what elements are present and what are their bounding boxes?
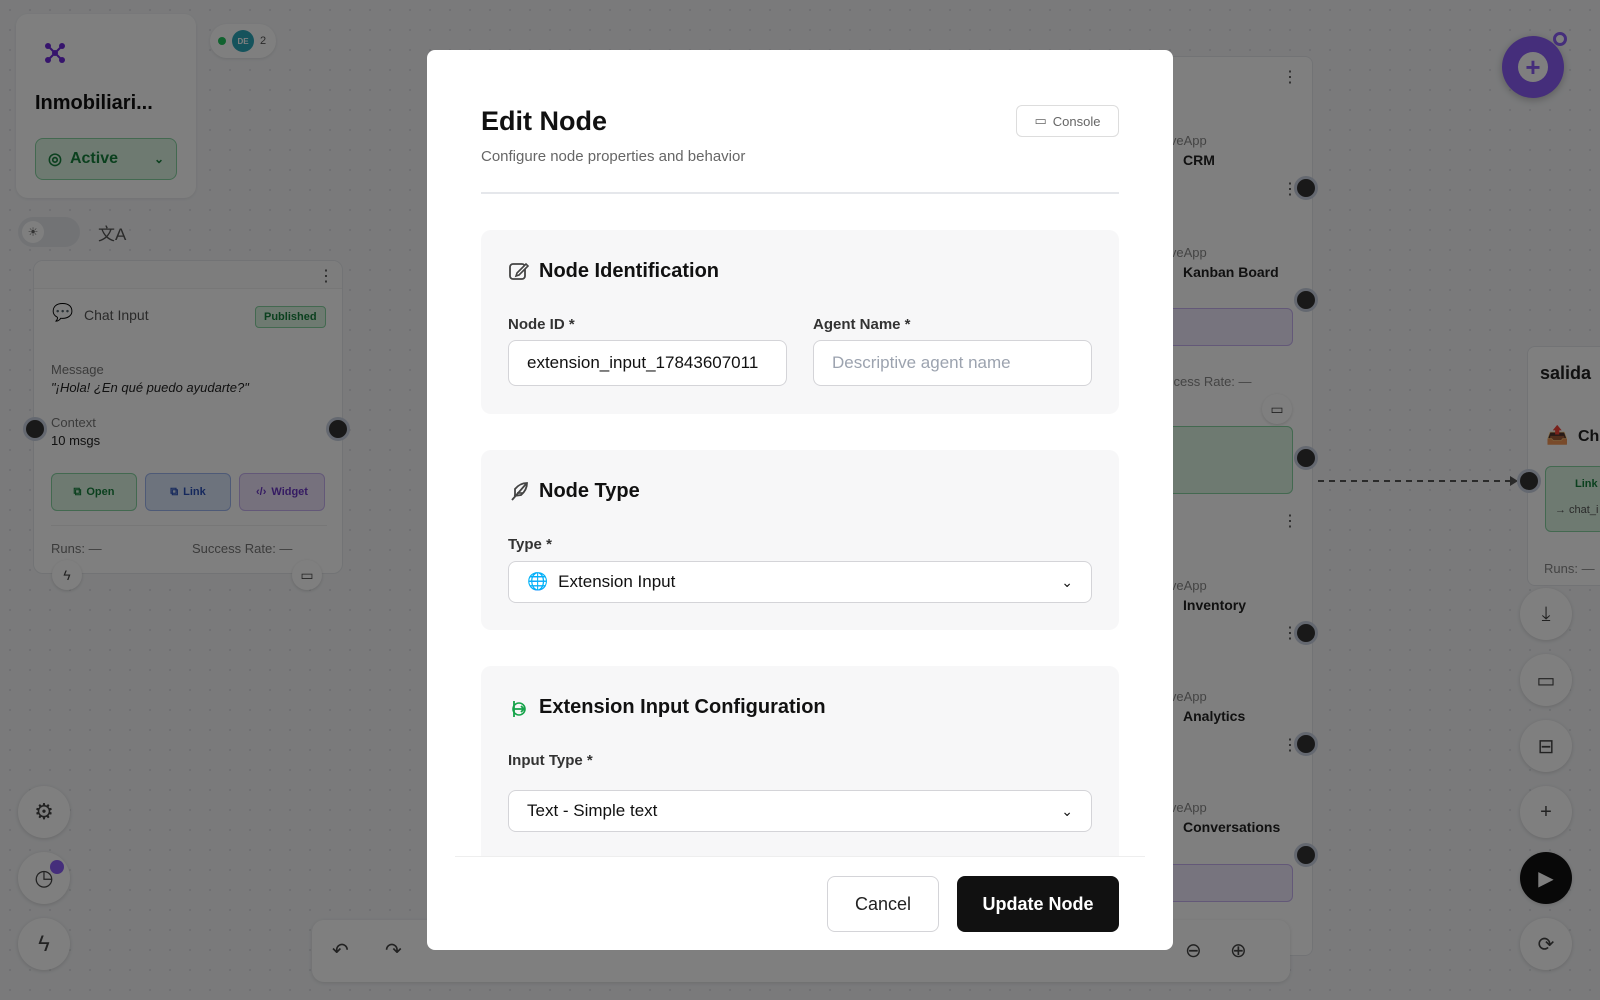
edit-icon bbox=[509, 262, 530, 280]
chevron-down-icon: ⌄ bbox=[1061, 573, 1073, 590]
console-button[interactable]: ▭ Console bbox=[1016, 105, 1119, 137]
section-title: Extension Input Configuration bbox=[539, 696, 826, 718]
agent-name-input[interactable] bbox=[813, 340, 1092, 386]
modal-title: Edit Node bbox=[481, 106, 607, 136]
terminal-icon: ▭ bbox=[1034, 113, 1047, 128]
chevron-down-icon: ⌄ bbox=[1061, 802, 1073, 819]
type-label: Type * bbox=[508, 536, 552, 553]
section-title: Node Type bbox=[539, 480, 640, 502]
console-label: Console bbox=[1052, 113, 1101, 129]
agent-name-label: Agent Name * bbox=[813, 316, 911, 333]
node-type-section: Node Type Type * 🌐 Extension Input ⌄ bbox=[481, 450, 1119, 630]
feather-icon bbox=[511, 482, 528, 501]
input-type-label: Input Type * bbox=[508, 752, 593, 769]
type-select-value: Extension Input bbox=[558, 572, 676, 591]
section-title: Node Identification bbox=[539, 260, 719, 282]
extension-config-section: Extension Input Configuration Input Type… bbox=[481, 666, 1119, 866]
node-identification-section: Node Identification Node ID * Agent Name… bbox=[481, 230, 1119, 414]
git-merge-icon bbox=[512, 701, 526, 717]
update-node-button[interactable]: Update Node bbox=[957, 876, 1119, 932]
node-id-input[interactable] bbox=[508, 340, 787, 386]
input-type-select[interactable]: Text - Simple text ⌄ bbox=[508, 790, 1092, 832]
node-id-label: Node ID * bbox=[508, 316, 575, 333]
type-select[interactable]: 🌐 Extension Input ⌄ bbox=[508, 561, 1092, 603]
cancel-button[interactable]: Cancel bbox=[827, 876, 939, 932]
globe-icon: 🌐 bbox=[527, 572, 549, 591]
edit-node-modal: Edit Node Configure node properties and … bbox=[427, 50, 1173, 950]
modal-subtitle: Configure node properties and behavior bbox=[481, 148, 746, 165]
input-type-value: Text - Simple text bbox=[527, 801, 658, 820]
divider bbox=[481, 192, 1119, 194]
